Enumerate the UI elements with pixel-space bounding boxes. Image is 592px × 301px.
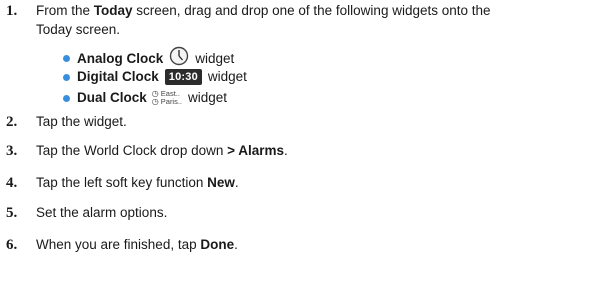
- bullet-icon: [63, 73, 70, 81]
- step-number: 1.: [6, 3, 18, 19]
- widget-item-dual: Dual Clock ◷ East.. ◷ Paris.. widget: [63, 89, 227, 107]
- widget-item-digital: Digital Clock 10:30 widget: [63, 68, 247, 86]
- step-text: When you are finished, tap Done.: [36, 237, 238, 252]
- step-number: 3.: [6, 143, 18, 159]
- bullet-icon: [63, 94, 70, 102]
- step-number: 4.: [6, 175, 18, 191]
- step-number: 5.: [6, 205, 18, 221]
- step-number: 2.: [6, 114, 18, 130]
- step-text: Tap the widget.: [36, 114, 127, 129]
- step-text: From the Today screen, drag and drop one…: [36, 3, 491, 18]
- step-number: 6.: [6, 237, 18, 253]
- dual-clock-icon: ◷ East.. ◷ Paris..: [151, 88, 183, 106]
- step-text: Tap the left soft key function New.: [36, 175, 239, 190]
- bullet-icon: [63, 55, 70, 62]
- digital-clock-icon: 10:30: [164, 69, 202, 85]
- step-text: Set the alarm options.: [36, 205, 168, 220]
- step-text: Tap the World Clock drop down > Alarms.: [36, 143, 288, 158]
- today-label: Today: [93, 3, 133, 18]
